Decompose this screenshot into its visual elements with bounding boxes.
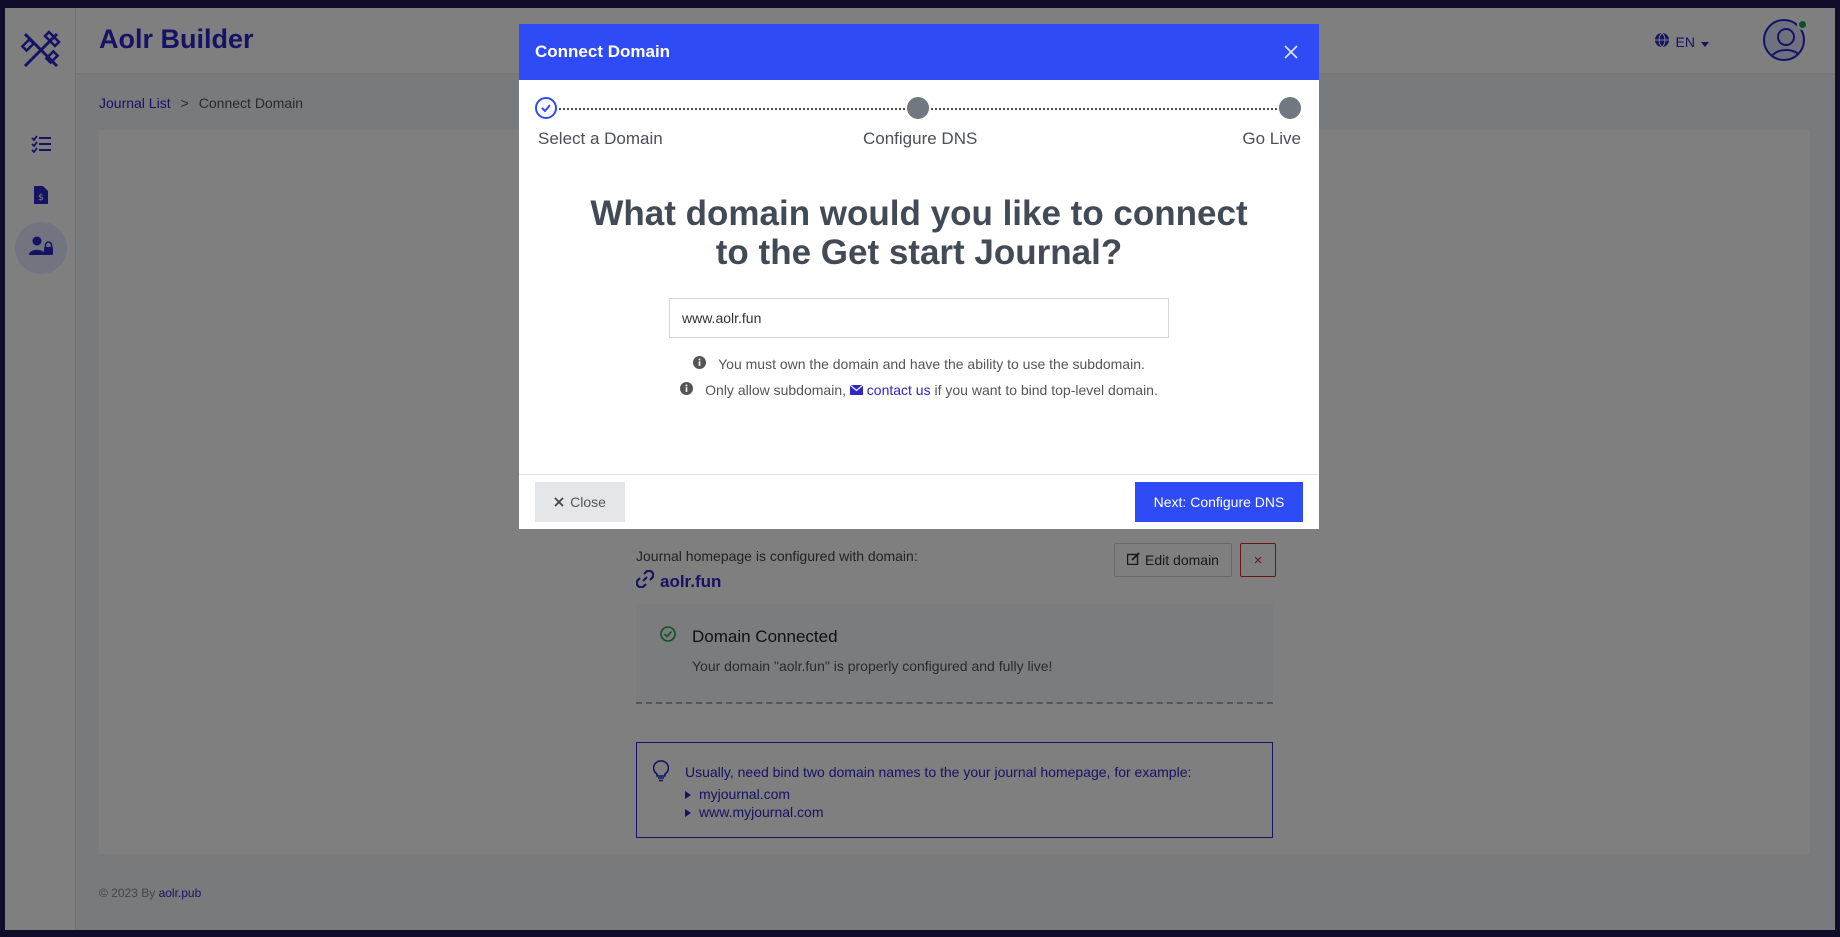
info-subdomain-suffix: if you want to bind top-level domain. [934, 382, 1158, 398]
info-icon [693, 356, 707, 372]
close-icon[interactable] [1279, 40, 1303, 64]
step-label-go-live: Go Live [1242, 129, 1301, 148]
contact-us-text: contact us [866, 382, 931, 398]
close-button[interactable]: Close [535, 482, 625, 522]
next-configure-dns-button[interactable]: Next: Configure DNS [1135, 482, 1303, 522]
modal-header: Connect Domain [519, 24, 1319, 80]
domain-input[interactable] [669, 298, 1169, 338]
step-label-select-domain: Select a Domain [538, 129, 663, 148]
step-check-icon [535, 97, 557, 119]
step-dot-go-live [1279, 97, 1301, 119]
step-dot-configure-dns [907, 97, 929, 119]
envelope-icon [849, 382, 864, 398]
info-icon [680, 382, 694, 398]
contact-us-link[interactable]: contact us [849, 382, 935, 398]
step-label-configure-dns: Configure DNS [863, 129, 978, 148]
close-x-icon [554, 494, 564, 510]
modal-footer: Close Next: Configure DNS [519, 474, 1319, 529]
close-button-label: Close [570, 494, 606, 510]
info-subdomain: Only allow subdomain, contact us if you … [519, 382, 1319, 398]
domain-question-heading: What domain would you like to connect to… [590, 194, 1248, 272]
connect-domain-modal: Connect Domain Select a Domain Configure… [519, 24, 1319, 529]
info-subdomain-text: Only allow subdomain, [705, 382, 846, 398]
info-ownership: You must own the domain and have the abi… [519, 356, 1319, 372]
info-ownership-text: You must own the domain and have the abi… [718, 356, 1145, 372]
modal-title: Connect Domain [535, 42, 671, 61]
step-progress: Select a Domain Configure DNS Go Live [535, 97, 1301, 157]
